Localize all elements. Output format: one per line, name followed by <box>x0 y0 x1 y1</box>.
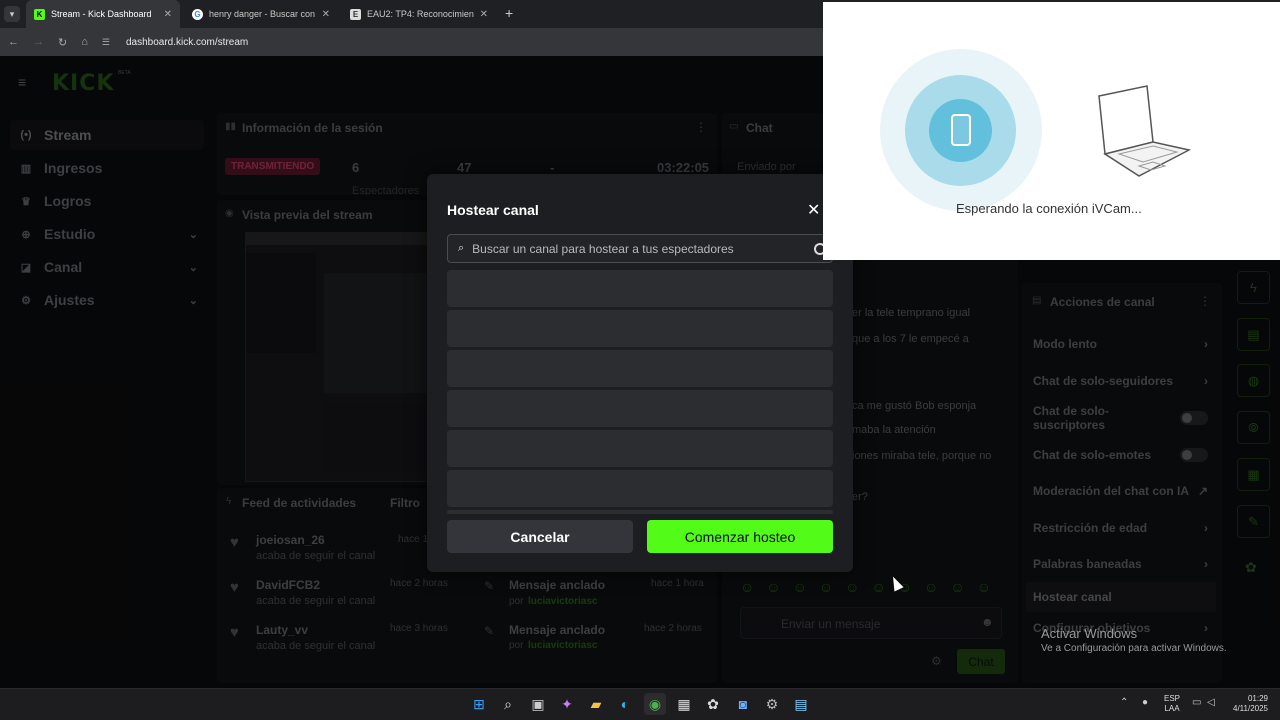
windows-start-icon[interactable]: ⊞ <box>468 693 490 715</box>
modal-title: Hostear canal <box>447 202 539 218</box>
browser-tab-google[interactable]: G henry danger - Buscar con Goo ✕ <box>184 0 338 28</box>
back-icon[interactable]: ← <box>8 36 19 48</box>
cancel-button[interactable]: Cancelar <box>447 520 633 553</box>
forward-icon[interactable]: → <box>33 36 44 48</box>
kick-favicon-icon: K <box>34 8 45 20</box>
home-icon[interactable]: ⌂ <box>81 36 88 48</box>
new-tab-icon[interactable]: + <box>505 5 513 21</box>
clock[interactable]: 01:29 4/11/2025 <box>1224 694 1268 714</box>
browser-tab-kick[interactable]: K Stream - Kick Dashboard ✕ <box>26 0 180 28</box>
chrome-icon[interactable]: ◉ <box>644 693 666 715</box>
microphone-icon[interactable]: ● <box>1142 697 1148 708</box>
windows-taskbar: ⊞ ⌕ ▣ ✦ ▰ ◐ ◉ ▦ ✿ ◙ ⚙ ▤ ⌃ ● ESP LAA ▭ ◁ … <box>0 688 1280 720</box>
steam-icon[interactable]: ⚙ <box>761 693 783 715</box>
ivcam-window: Esperando la conexión iVCam... <box>823 2 1280 260</box>
notepad-icon[interactable]: ▤ <box>790 693 812 715</box>
tab-title: Stream - Kick Dashboard <box>51 9 152 19</box>
close-tab-icon[interactable]: ✕ <box>480 9 488 20</box>
network-icon[interactable]: ▭ <box>1192 697 1201 708</box>
laptop-icon <box>1098 85 1191 177</box>
windows-activation-subtitle: Ve a Configuración para activar Windows. <box>1041 643 1227 654</box>
close-tab-icon[interactable]: ✕ <box>164 9 172 20</box>
channel-result-placeholder <box>447 270 833 307</box>
channel-result-placeholder <box>447 310 833 347</box>
ivcam-taskbar-icon[interactable]: ◙ <box>732 693 754 715</box>
close-icon[interactable]: ✕ <box>807 200 820 220</box>
edge-icon[interactable]: ◐ <box>614 693 636 715</box>
channel-result-placeholder <box>447 470 833 507</box>
start-hosting-button[interactable]: Comenzar hosteo <box>647 520 833 553</box>
tab-title: henry danger - Buscar con Goo <box>209 9 316 19</box>
moodle-favicon-icon: E <box>350 8 361 20</box>
site-info-icon[interactable]: ☰ <box>102 37 110 48</box>
channel-result-placeholder <box>447 430 833 467</box>
channel-result-placeholder <box>447 390 833 427</box>
app-icon[interactable]: ✿ <box>702 693 724 715</box>
task-view-icon[interactable]: ▣ <box>527 693 549 715</box>
channel-result-placeholder <box>447 350 833 387</box>
phone-icon <box>951 114 971 146</box>
copilot-icon[interactable]: ✦ <box>556 693 578 715</box>
tray-chevron-icon[interactable]: ⌃ <box>1120 697 1128 708</box>
google-favicon-icon: G <box>192 8 203 20</box>
search-placeholder: Buscar un canal para hostear a tus espec… <box>472 241 734 256</box>
channel-search-input[interactable]: ⌕ Buscar un canal para hostear a tus esp… <box>447 234 833 263</box>
tab-list-dropdown[interactable]: ▾ <box>4 6 20 22</box>
volume-icon[interactable]: ◁ <box>1207 697 1215 708</box>
channel-result-placeholder <box>447 510 833 514</box>
tab-title: EAU2: TP4: Reconocimiento de <box>367 9 474 19</box>
search-icon[interactable]: ⌕ <box>497 693 519 715</box>
language-indicator[interactable]: ESP LAA <box>1164 694 1180 714</box>
clock-date: 4/11/2025 <box>1233 704 1268 713</box>
host-channel-modal: Hostear canal ✕ ⌕ Buscar un canal para h… <box>427 174 853 572</box>
search-icon: ⌕ <box>458 242 465 254</box>
language-code: ESP <box>1164 694 1181 703</box>
keyboard-layout: LAA <box>1164 704 1180 713</box>
ivcam-status-text: Esperando la conexión iVCam... <box>956 201 1142 216</box>
file-explorer-icon[interactable]: ▰ <box>585 693 607 715</box>
store-icon[interactable]: ▦ <box>673 693 695 715</box>
windows-activation-title: Activar Windows <box>1041 626 1138 641</box>
url-field[interactable]: dashboard.kick.com/stream <box>126 37 248 48</box>
close-tab-icon[interactable]: ✕ <box>322 9 330 20</box>
browser-tab-eau2[interactable]: E EAU2: TP4: Reconocimiento de ✕ <box>342 0 496 28</box>
reload-icon[interactable]: ↻ <box>58 36 67 49</box>
clock-time: 01:29 <box>1247 694 1268 703</box>
